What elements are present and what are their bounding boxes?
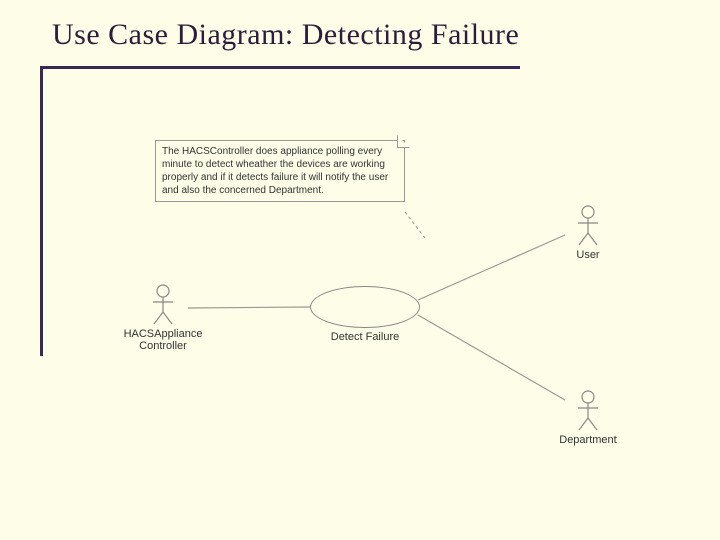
- stick-figure-icon: [575, 205, 601, 247]
- actor-department: Department: [548, 390, 628, 446]
- slide-title: Use Case Diagram: Detecting Failure: [52, 18, 519, 52]
- usecase-oval: [310, 286, 420, 328]
- usecase-detect-failure: Detect Failure: [310, 286, 420, 343]
- usecase-label: Detect Failure: [310, 331, 420, 343]
- actor-user: User: [558, 205, 618, 261]
- title-underline: [40, 66, 520, 69]
- stick-figure-icon: [150, 284, 176, 326]
- actor-label: User: [558, 249, 618, 261]
- actor-label: HACSAppliance Controller: [118, 328, 208, 352]
- connector-lines: [0, 0, 720, 540]
- note-text: The HACSController does appliance pollin…: [162, 146, 388, 196]
- left-accent-bar: [40, 66, 43, 356]
- note-box: The HACSController does appliance pollin…: [155, 140, 405, 202]
- actor-label: Department: [548, 434, 628, 446]
- stick-figure-icon: [575, 390, 601, 432]
- actor-hacs-controller: HACSAppliance Controller: [118, 284, 208, 352]
